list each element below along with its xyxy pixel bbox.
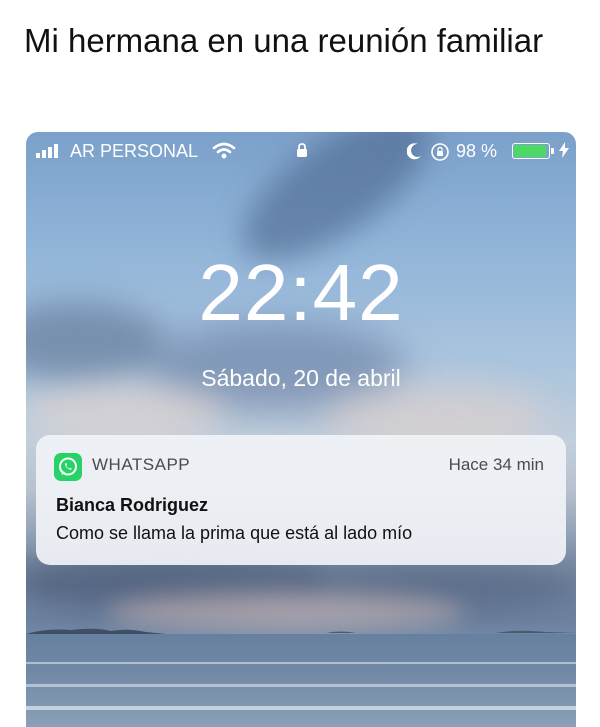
carrier-name: AR PERSONAL bbox=[70, 141, 199, 161]
wallpaper-wave bbox=[26, 684, 576, 687]
battery-fill bbox=[514, 145, 546, 157]
do-not-disturb-moon-icon bbox=[407, 143, 421, 160]
battery-tip bbox=[551, 148, 554, 154]
wallpaper-sea bbox=[26, 634, 576, 727]
whatsapp-icon bbox=[54, 453, 82, 481]
lock-screen-date: Sábado, 20 de abril bbox=[201, 365, 401, 391]
battery-icon bbox=[512, 143, 550, 159]
signal-bars-icon bbox=[36, 144, 58, 158]
notification-app-name: WHATSAPP bbox=[92, 455, 191, 474]
lock-screen-time: 22:42 bbox=[198, 248, 404, 337]
status-bar: AR PERSONAL 98 % bbox=[26, 132, 576, 170]
rotation-lock-icon bbox=[431, 143, 449, 161]
wifi-icon bbox=[212, 142, 236, 159]
wallpaper-wave bbox=[26, 706, 576, 710]
notification-message: Como se llama la prima que está al lado … bbox=[56, 523, 413, 543]
meme-caption: Mi hermana en una reunión familiar bbox=[24, 22, 544, 59]
phone-lock-screen: AR PERSONAL 98 % 22:42 Sábado, 20 de abr… bbox=[26, 132, 576, 727]
charging-bolt-icon bbox=[559, 142, 569, 158]
wallpaper-wave bbox=[26, 662, 576, 664]
battery-percentage: 98 % bbox=[456, 141, 498, 161]
whatsapp-notification[interactable]: WHATSAPP Hace 34 min Bianca Rodriguez Co… bbox=[36, 435, 566, 565]
lock-icon bbox=[297, 143, 307, 157]
notification-sender: Bianca Rodriguez bbox=[56, 495, 209, 515]
notification-time: Hace 34 min bbox=[448, 455, 544, 474]
